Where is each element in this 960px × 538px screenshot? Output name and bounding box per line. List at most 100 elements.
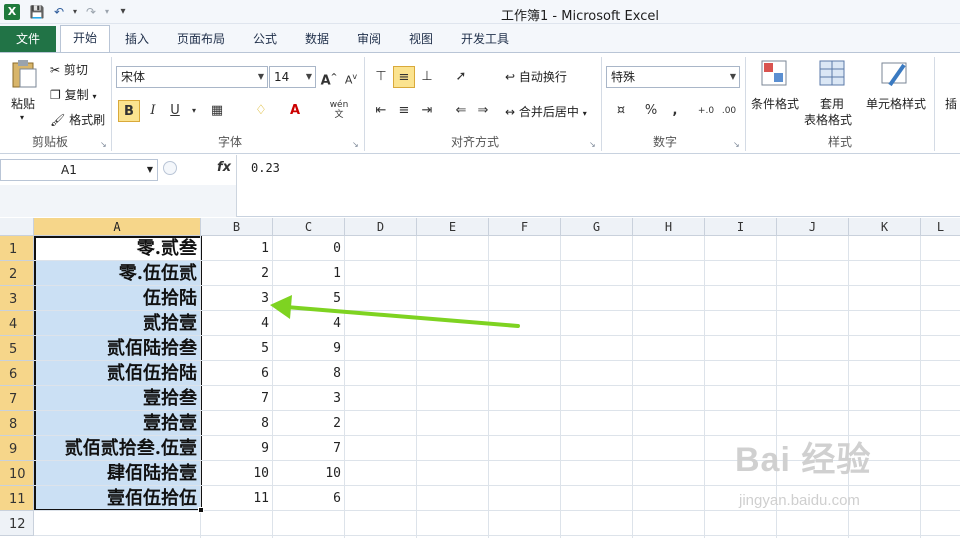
- cell-styles-button[interactable]: 单元格样式: [866, 95, 926, 112]
- cell-b1[interactable]: 1: [201, 236, 269, 260]
- cell-c2[interactable]: 1: [273, 261, 341, 285]
- tab-home[interactable]: 开始: [60, 25, 110, 52]
- select-all-corner[interactable]: [0, 218, 34, 236]
- clipboard-launcher-icon[interactable]: ↘: [100, 140, 109, 149]
- cell-a7[interactable]: 壹拾叁: [35, 386, 201, 410]
- cell-b4[interactable]: 4: [201, 311, 269, 335]
- font-name-combo[interactable]: 宋体 ▼: [116, 66, 268, 88]
- cell-a12[interactable]: [35, 511, 201, 535]
- tab-view[interactable]: 视图: [402, 30, 440, 52]
- increase-indent-icon[interactable]: ⇒: [472, 100, 494, 122]
- number-format-combo[interactable]: 特殊 ▼: [606, 66, 740, 88]
- column-header-k[interactable]: K: [849, 218, 921, 236]
- cell-a4[interactable]: 贰拾壹: [35, 311, 201, 335]
- align-right-icon[interactable]: ⇥: [416, 100, 438, 122]
- cell-c10[interactable]: 10: [273, 461, 341, 485]
- font-launcher-icon[interactable]: ↘: [352, 140, 361, 149]
- grow-font-icon[interactable]: A^: [318, 66, 340, 88]
- column-header-e[interactable]: E: [417, 218, 489, 236]
- row-header[interactable]: 7: [0, 386, 34, 411]
- column-header-d[interactable]: D: [345, 218, 417, 236]
- cell-a3[interactable]: 伍拾陆: [35, 286, 201, 310]
- cell-c8[interactable]: 2: [273, 411, 341, 435]
- row-header[interactable]: 2: [0, 261, 34, 286]
- cell-c9[interactable]: 7: [273, 436, 341, 460]
- column-header-l[interactable]: L: [921, 218, 960, 236]
- align-left-icon[interactable]: ⇤: [370, 100, 392, 122]
- cell-a9[interactable]: 贰佰贰拾叁.伍壹: [35, 436, 201, 460]
- border-icon[interactable]: ▦: [206, 100, 228, 122]
- format-painter-button[interactable]: 🖌 格式刷: [50, 111, 105, 128]
- cell-a10[interactable]: 肆佰陆拾壹: [35, 461, 201, 485]
- font-color-icon[interactable]: A: [284, 100, 306, 122]
- formula-bar-expand-icon[interactable]: [163, 161, 177, 175]
- cell-b3[interactable]: 3: [201, 286, 269, 310]
- row-header[interactable]: 8: [0, 411, 34, 436]
- comma-button[interactable]: ,: [664, 100, 686, 122]
- column-header-a[interactable]: A: [34, 218, 201, 236]
- cell-a2[interactable]: 零.伍伍贰: [35, 261, 201, 285]
- cell-c6[interactable]: 8: [273, 361, 341, 385]
- font-size-combo[interactable]: 14 ▼: [269, 66, 316, 88]
- decrease-indent-icon[interactable]: ⇐: [450, 100, 472, 122]
- tab-review[interactable]: 审阅: [350, 30, 388, 52]
- cell-a5[interactable]: 贰佰陆拾叁: [35, 336, 201, 360]
- fill-handle[interactable]: [198, 507, 204, 513]
- column-header-f[interactable]: F: [489, 218, 561, 236]
- column-header-j[interactable]: J: [777, 218, 849, 236]
- cell-b2[interactable]: 2: [201, 261, 269, 285]
- merge-center-button[interactable]: ↔ 合并后居中 ▾: [505, 103, 587, 120]
- cell-styles-icon[interactable]: [880, 59, 910, 89]
- paste-button[interactable]: 粘贴: [11, 95, 35, 112]
- fill-color-icon[interactable]: ♢: [250, 100, 272, 122]
- column-header-g[interactable]: G: [561, 218, 633, 236]
- column-header-h[interactable]: H: [633, 218, 705, 236]
- increase-decimal-icon[interactable]: +.0: [695, 100, 717, 122]
- formula-input[interactable]: 0.23: [236, 155, 960, 217]
- align-bottom-icon[interactable]: ⊥: [416, 66, 438, 88]
- cell-b10[interactable]: 10: [201, 461, 269, 485]
- underline-dropdown-icon[interactable]: ▾: [183, 100, 205, 122]
- tab-developer[interactable]: 开发工具: [454, 30, 516, 52]
- cell-b8[interactable]: 8: [201, 411, 269, 435]
- tab-formulas[interactable]: 公式: [246, 30, 284, 52]
- table-format-icon[interactable]: [818, 59, 848, 89]
- column-header-c[interactable]: C: [273, 218, 345, 236]
- align-center-icon[interactable]: ≡: [393, 100, 415, 122]
- name-box[interactable]: A1 ▼: [0, 159, 158, 181]
- row-header[interactable]: 12: [0, 511, 34, 536]
- cell-b7[interactable]: 7: [201, 386, 269, 410]
- cell-c1[interactable]: 0: [273, 236, 341, 260]
- cell-a11[interactable]: 壹佰伍拾伍: [35, 486, 201, 510]
- row-header[interactable]: 3: [0, 286, 34, 311]
- cut-button[interactable]: ✂ 剪切: [50, 61, 88, 78]
- conditional-format-button[interactable]: 条件格式: [751, 95, 799, 112]
- copy-button[interactable]: ❐ 复制 ▾: [50, 86, 96, 103]
- row-header[interactable]: 9: [0, 436, 34, 461]
- insert-cells-button[interactable]: 插: [945, 95, 957, 112]
- wrap-text-button[interactable]: ↩ 自动换行: [505, 68, 567, 85]
- currency-icon[interactable]: ¤: [610, 100, 632, 122]
- table-format-button-line2[interactable]: 表格格式: [804, 111, 852, 128]
- bold-button[interactable]: B: [118, 100, 140, 122]
- table-format-button-line1[interactable]: 套用: [820, 95, 844, 112]
- align-middle-icon[interactable]: ≡: [393, 66, 415, 88]
- column-header-i[interactable]: I: [705, 218, 777, 236]
- tab-data[interactable]: 数据: [298, 30, 336, 52]
- cell-a8[interactable]: 壹拾壹: [35, 411, 201, 435]
- column-header-b[interactable]: B: [201, 218, 273, 236]
- tab-insert[interactable]: 插入: [118, 30, 156, 52]
- percent-button[interactable]: %: [640, 100, 662, 122]
- orientation-icon[interactable]: ➚: [450, 66, 472, 88]
- paste-dropdown-icon[interactable]: ▾: [20, 113, 24, 122]
- cell-c11[interactable]: 6: [273, 486, 341, 510]
- align-top-icon[interactable]: ⊤: [370, 66, 392, 88]
- row-header[interactable]: 6: [0, 361, 34, 386]
- row-header[interactable]: 11: [0, 486, 34, 511]
- shrink-font-icon[interactable]: Av: [340, 66, 362, 88]
- row-header[interactable]: 1: [0, 236, 34, 261]
- cell-b5[interactable]: 5: [201, 336, 269, 360]
- number-launcher-icon[interactable]: ↘: [733, 140, 742, 149]
- paste-icon[interactable]: [10, 59, 38, 89]
- row-header[interactable]: 4: [0, 311, 34, 336]
